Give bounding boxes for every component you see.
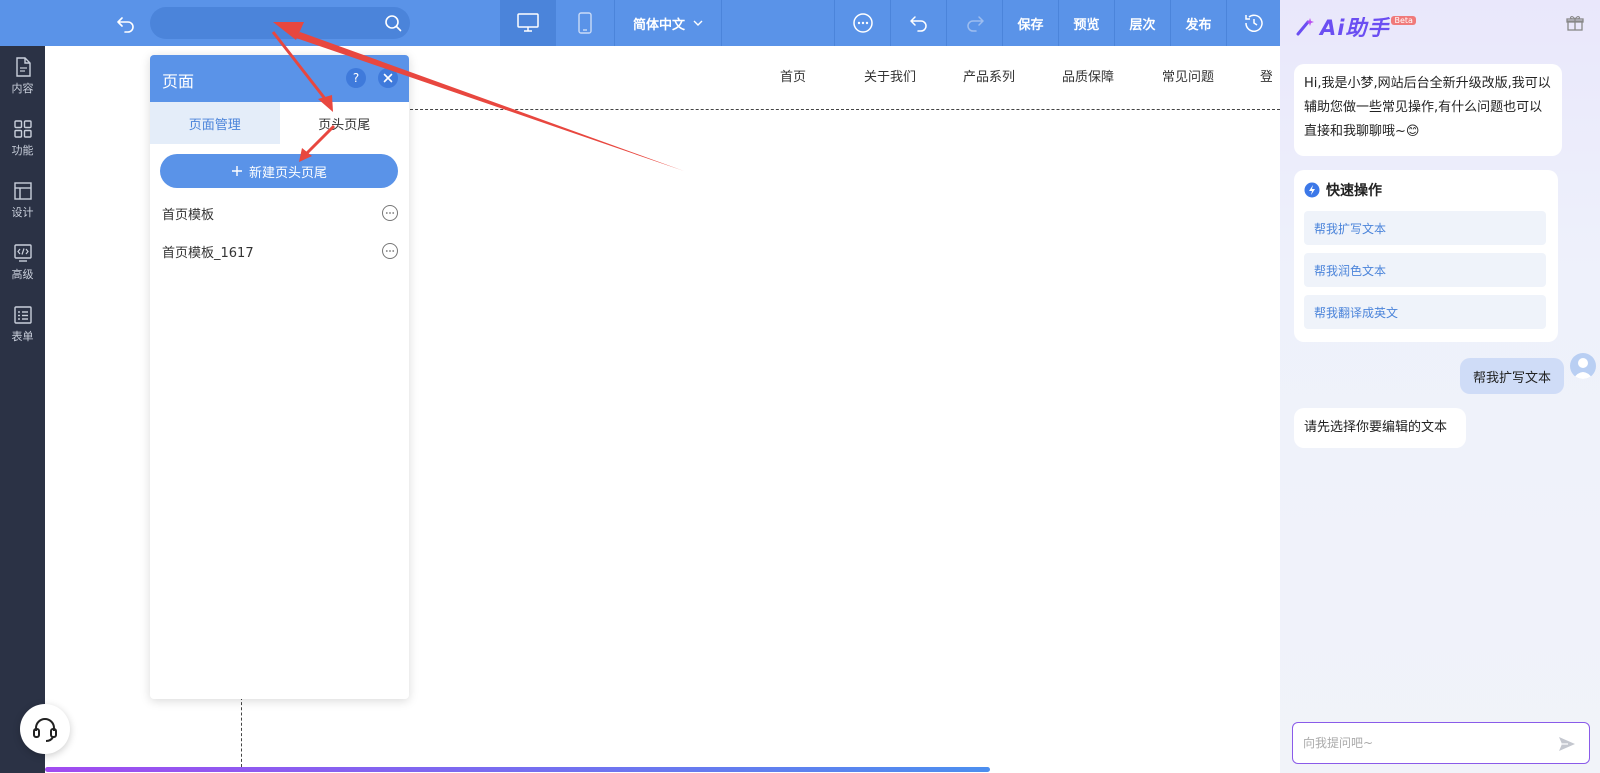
document-icon: [15, 56, 31, 77]
sidebar-item-forms[interactable]: 表单: [0, 296, 45, 352]
chevron-down-icon: [693, 20, 703, 26]
left-sidebar: 内容 功能 设计 高级 表单: [0, 46, 45, 773]
top-toolbar: 简体中文 保存 预览 层次 发布: [0, 0, 1280, 46]
sidebar-item-label: 内容: [11, 81, 34, 95]
send-button[interactable]: [1557, 734, 1577, 754]
nav-item-products[interactable]: 产品系列: [963, 66, 1062, 90]
ai-reply-message: 请先选择你要编辑的文本: [1294, 408, 1466, 448]
ai-chat-input[interactable]: [1303, 733, 1543, 753]
close-button[interactable]: [378, 68, 398, 88]
gift-icon: [1566, 15, 1584, 31]
new-header-footer-button[interactable]: 新建页头页尾: [160, 154, 398, 188]
quick-action-polish[interactable]: 帮我润色文本: [1304, 253, 1546, 287]
code-icon: [13, 243, 32, 262]
beta-badge: Beta: [1391, 15, 1416, 25]
sidebar-item-label: 表单: [11, 329, 34, 343]
language-select[interactable]: 简体中文: [614, 0, 722, 46]
nav-item-quality[interactable]: 品质保障: [1062, 66, 1162, 90]
panel-title: 页面: [162, 72, 195, 91]
ai-logo-text: Ai助手: [1320, 16, 1390, 40]
sidebar-item-content[interactable]: 内容: [0, 48, 45, 104]
tab-header-footer[interactable]: 页头页尾: [279, 102, 409, 144]
panel-header: 页面 ?: [150, 55, 409, 102]
layers-button[interactable]: 层次: [1114, 0, 1170, 46]
page-panel: 页面 ? 页面管理 页头页尾 新建页头页尾 首页模板 首页模板_1617: [150, 55, 409, 699]
quick-actions-title: 快速操作: [1304, 180, 1382, 200]
search-input[interactable]: [164, 13, 374, 33]
gift-button[interactable]: [1566, 14, 1584, 32]
history-icon: [1244, 14, 1263, 32]
list-item[interactable]: 首页模板_1617: [162, 239, 399, 263]
nav-item-partial[interactable]: 登: [1260, 66, 1272, 90]
nav-item-faq[interactable]: 常见问题: [1162, 66, 1260, 90]
plus-icon: [231, 166, 242, 176]
undo-icon: [909, 16, 927, 32]
save-button[interactable]: 保存: [1002, 0, 1058, 46]
form-icon: [13, 305, 32, 324]
sidebar-item-features[interactable]: 功能: [0, 110, 45, 166]
site-nav: 首页 关于我们 产品系列 品质保障 常见问题 登: [780, 66, 1272, 90]
quick-actions: 快速操作 帮我扩写文本 帮我润色文本 帮我翻译成英文: [1294, 170, 1558, 342]
redo-button[interactable]: [946, 0, 1002, 46]
more-button[interactable]: [834, 0, 890, 46]
close-icon: [383, 73, 393, 83]
lightning-icon: [1304, 182, 1320, 198]
layout-icon: [13, 181, 32, 200]
sidebar-item-label: 设计: [11, 205, 34, 219]
sidebar-item-design[interactable]: 设计: [0, 172, 45, 228]
search-box[interactable]: [150, 7, 410, 39]
preview-button[interactable]: 预览: [1058, 0, 1114, 46]
sparkle-icon: [1296, 18, 1314, 36]
send-icon: [1559, 737, 1575, 751]
back-icon[interactable]: [114, 11, 138, 35]
user-avatar-icon: [1573, 358, 1593, 379]
more-circle-icon: [852, 13, 873, 33]
user-message: 帮我扩写文本: [1460, 358, 1564, 394]
desktop-icon: [517, 13, 539, 32]
language-label: 简体中文: [632, 17, 685, 33]
sidebar-item-advanced[interactable]: 高级: [0, 234, 45, 290]
avatar: [1570, 353, 1596, 379]
list-item-label: 首页模板_1617: [162, 245, 254, 261]
more-circle-icon[interactable]: [381, 242, 399, 260]
quick-action-translate[interactable]: 帮我翻译成英文: [1304, 295, 1546, 329]
redo-icon: [966, 16, 984, 32]
content-boundary: [241, 697, 242, 767]
undo-button[interactable]: [890, 0, 946, 46]
header-boundary: [400, 109, 1280, 110]
ai-chat-input-box[interactable]: [1292, 722, 1590, 764]
sidebar-item-label: 功能: [11, 143, 34, 157]
sidebar-item-label: 高级: [11, 267, 34, 281]
tab-page-management[interactable]: 页面管理: [150, 102, 280, 144]
more-circle-icon[interactable]: [381, 204, 399, 222]
mobile-icon: [578, 12, 592, 34]
quick-actions-label: 快速操作: [1326, 183, 1382, 199]
ai-greeting-message: Hi,我是小梦,网站后台全新升级改版,我可以辅助您做一些常见操作,有什么问题也可…: [1294, 64, 1562, 156]
publish-button[interactable]: 发布: [1170, 0, 1226, 46]
progress-bar: [45, 767, 990, 772]
quick-action-expand[interactable]: 帮我扩写文本: [1304, 211, 1546, 245]
mobile-view-button[interactable]: [557, 0, 613, 46]
new-button-label: 新建页头页尾: [248, 165, 327, 181]
help-button[interactable]: ?: [346, 68, 366, 88]
ai-logo: Ai助手 Beta: [1294, 12, 1416, 42]
headset-icon: [33, 718, 57, 742]
panel-tabs: 页面管理 页头页尾: [150, 102, 409, 144]
support-button[interactable]: [20, 704, 70, 754]
history-button[interactable]: [1226, 0, 1280, 46]
list-item-label: 首页模板: [162, 207, 215, 223]
grid-icon: [13, 119, 32, 138]
desktop-view-button[interactable]: [500, 0, 556, 46]
nav-item-home[interactable]: 首页: [780, 66, 864, 90]
list-item[interactable]: 首页模板: [162, 201, 399, 225]
nav-item-about[interactable]: 关于我们: [864, 66, 963, 90]
search-icon[interactable]: [384, 14, 402, 32]
ai-assistant-panel: Ai助手 Beta Hi,我是小梦,网站后台全新升级改版,我可以辅助您做一些常见…: [1280, 0, 1600, 773]
